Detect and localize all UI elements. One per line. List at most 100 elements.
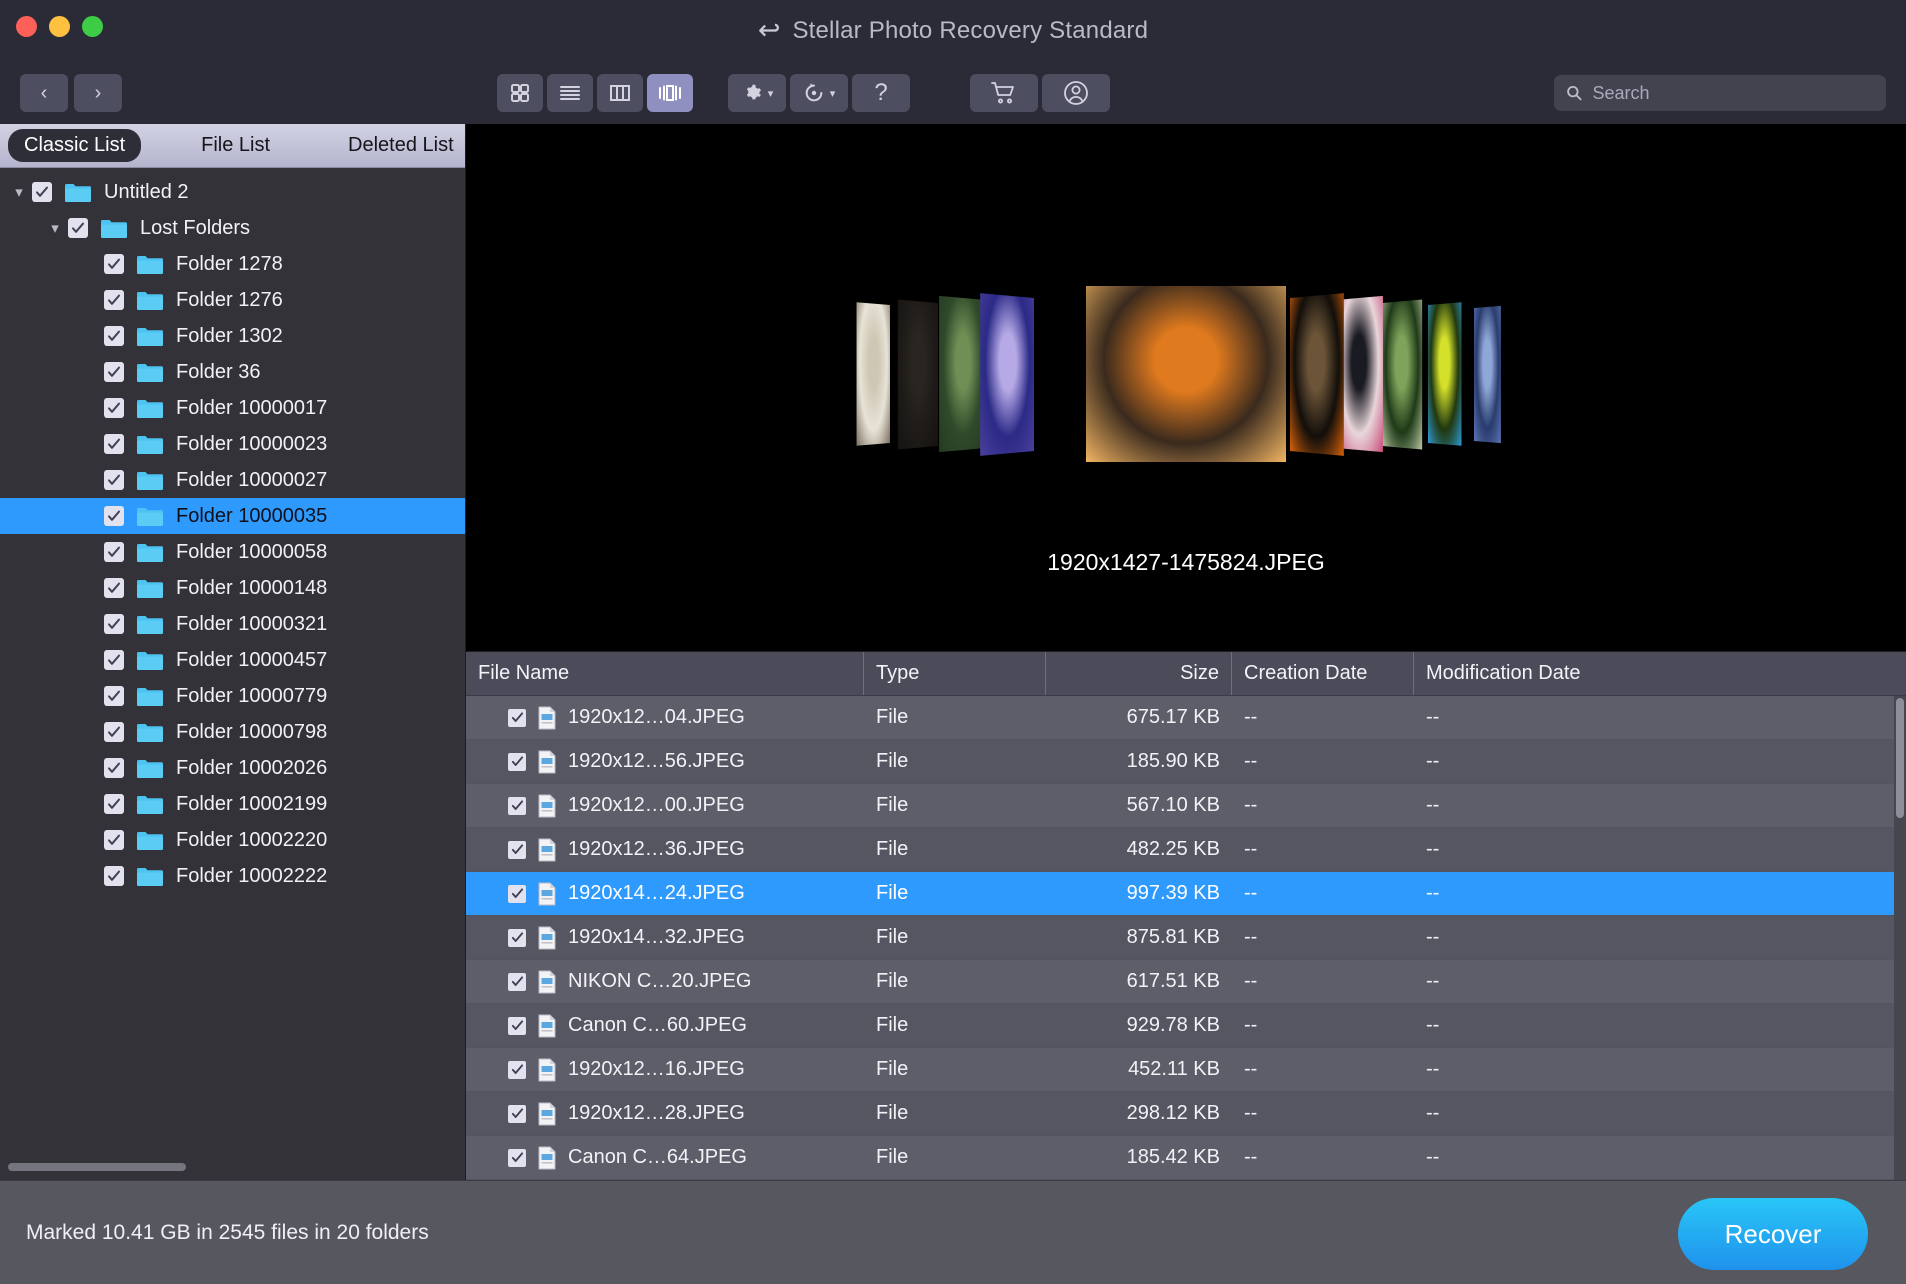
column-header-size[interactable]: Size (1046, 652, 1232, 695)
search-field[interactable] (1554, 75, 1886, 111)
cover-frog[interactable] (1428, 302, 1462, 446)
tree-item-checkbox[interactable] (104, 614, 124, 634)
account-button[interactable] (1042, 74, 1110, 112)
tab-file-list[interactable]: File List (185, 129, 286, 162)
tree-item[interactable]: Folder 10000798 (0, 714, 465, 750)
tree-item-checkbox[interactable] (104, 866, 124, 886)
tree-item-checkbox[interactable] (104, 758, 124, 778)
row-checkbox[interactable] (508, 1104, 526, 1123)
close-button[interactable] (16, 16, 37, 37)
cover-dark[interactable] (897, 299, 938, 449)
tree-item[interactable]: ▾ Lost Folders (0, 210, 465, 246)
table-row[interactable]: Canon C…64.JPEG File 185.42 KB -- -- (466, 1136, 1906, 1180)
row-checkbox[interactable] (508, 708, 526, 727)
tree-item[interactable]: Folder 10000148 (0, 570, 465, 606)
tree-item-checkbox[interactable] (104, 434, 124, 454)
list-view-button[interactable] (547, 74, 593, 112)
tree-item[interactable]: Folder 10000779 (0, 678, 465, 714)
tree-item[interactable]: Folder 10000321 (0, 606, 465, 642)
tree-item[interactable]: Folder 10000035 (0, 498, 465, 534)
table-row[interactable]: NIKON C…20.JPEG File 617.51 KB -- -- (466, 960, 1906, 1004)
forward-button[interactable]: › (74, 74, 122, 112)
cover-cat[interactable] (1086, 286, 1286, 462)
recover-button[interactable]: Recover (1678, 1198, 1868, 1270)
row-checkbox[interactable] (508, 1148, 526, 1167)
coverflow-view-button[interactable] (647, 74, 693, 112)
tree-item-checkbox[interactable] (104, 722, 124, 742)
tree-item-checkbox[interactable] (104, 254, 124, 274)
table-row[interactable]: Canon C…60.JPEG File 929.78 KB -- -- (466, 1004, 1906, 1048)
row-checkbox[interactable] (508, 884, 526, 903)
row-checkbox[interactable] (508, 1016, 526, 1035)
minimize-button[interactable] (49, 16, 70, 37)
tree-item[interactable]: Folder 36 (0, 354, 465, 390)
tree-item[interactable]: Folder 10002199 (0, 786, 465, 822)
icon-view-button[interactable] (497, 74, 543, 112)
column-view-button[interactable] (597, 74, 643, 112)
search-input[interactable] (1592, 82, 1874, 104)
column-header-creation-date[interactable]: Creation Date (1232, 652, 1414, 695)
row-checkbox[interactable] (508, 928, 526, 947)
tree-item[interactable]: Folder 1276 (0, 282, 465, 318)
tree-item-checkbox[interactable] (104, 506, 124, 526)
cover-cactus[interactable] (939, 295, 986, 453)
row-checkbox[interactable] (508, 752, 526, 771)
chevron-down-icon[interactable]: ▾ (6, 183, 32, 201)
tree-item-checkbox[interactable] (104, 578, 124, 598)
table-row[interactable]: 1920x14…24.JPEG File 997.39 KB -- -- (466, 872, 1906, 916)
scrollbar-thumb[interactable] (1896, 698, 1904, 818)
tab-classic-list[interactable]: Classic List (8, 129, 142, 162)
history-button[interactable]: ▾ (790, 74, 848, 112)
tree-item-checkbox[interactable] (104, 686, 124, 706)
column-header-file-name[interactable]: File Name (466, 652, 864, 695)
row-checkbox[interactable] (508, 1060, 526, 1079)
tree-item-checkbox[interactable] (32, 182, 52, 202)
tree-item[interactable]: Folder 10002026 (0, 750, 465, 786)
tree-item[interactable]: Folder 10000027 (0, 462, 465, 498)
tree-item[interactable]: ▾ Untitled 2 (0, 174, 465, 210)
table-row[interactable]: 1920x12…28.JPEG File 298.12 KB -- -- (466, 1092, 1906, 1136)
help-button[interactable]: ? (852, 74, 910, 112)
tree-item[interactable]: Folder 10000017 (0, 390, 465, 426)
table-row[interactable]: 1920x12…16.JPEG File 452.11 KB -- -- (466, 1048, 1906, 1092)
cover-bird[interactable] (1382, 299, 1423, 449)
file-table-vertical-scrollbar[interactable] (1894, 696, 1906, 1180)
tree-item-checkbox[interactable] (104, 650, 124, 670)
cover-owl[interactable] (1290, 292, 1344, 456)
tree-item-checkbox[interactable] (104, 794, 124, 814)
table-row[interactable]: 1920x12…56.JPEG File 185.90 KB -- -- (466, 740, 1906, 784)
tree-item-checkbox[interactable] (68, 218, 88, 238)
table-row[interactable]: 1920x14…32.JPEG File 875.81 KB -- -- (466, 916, 1906, 960)
chevron-down-icon[interactable]: ▾ (42, 219, 68, 237)
column-header-type[interactable]: Type (864, 652, 1046, 695)
settings-button[interactable]: ▾ (728, 74, 786, 112)
table-row[interactable]: 1920x12…04.JPEG File 675.17 KB -- -- (466, 696, 1906, 740)
row-checkbox[interactable] (508, 796, 526, 815)
tab-deleted-list[interactable]: Deleted List (332, 129, 470, 162)
tree-item-checkbox[interactable] (104, 542, 124, 562)
tree-item[interactable]: Folder 10000023 (0, 426, 465, 462)
tree-item[interactable]: Folder 10002220 (0, 822, 465, 858)
tree-item-checkbox[interactable] (104, 362, 124, 382)
coverflow-preview[interactable]: 1920x1427-1475824.JPEG (466, 124, 1906, 651)
tree-item[interactable]: Folder 10002222 (0, 858, 465, 894)
back-button[interactable]: ‹ (20, 74, 68, 112)
tree-item[interactable]: Folder 1302 (0, 318, 465, 354)
tree-item[interactable]: Folder 10000058 (0, 534, 465, 570)
tree-item-checkbox[interactable] (104, 398, 124, 418)
table-row[interactable]: 1920x12…36.JPEG File 482.25 KB -- -- (466, 828, 1906, 872)
tree-item-checkbox[interactable] (104, 470, 124, 490)
folder-tree[interactable]: ▾ Untitled 2 ▾ Lost Folders Folder 1278 Folde… (0, 168, 465, 1158)
tree-item-checkbox[interactable] (104, 290, 124, 310)
tree-item-checkbox[interactable] (104, 326, 124, 346)
sidebar-horizontal-scrollbar[interactable] (0, 1158, 465, 1180)
scrollbar-thumb[interactable] (8, 1163, 186, 1171)
column-header-modification-date[interactable]: Modification Date (1414, 652, 1906, 695)
file-table-body[interactable]: 1920x12…04.JPEG File 675.17 KB -- -- 1920x12…… (466, 696, 1906, 1180)
tree-item[interactable]: Folder 10000457 (0, 642, 465, 678)
table-row[interactable]: 1920x12…00.JPEG File 567.10 KB -- -- (466, 784, 1906, 828)
tree-item[interactable]: Folder 1278 (0, 246, 465, 282)
cover-polarbear[interactable] (980, 292, 1034, 456)
cart-button[interactable] (970, 74, 1038, 112)
zoom-button[interactable] (82, 16, 103, 37)
